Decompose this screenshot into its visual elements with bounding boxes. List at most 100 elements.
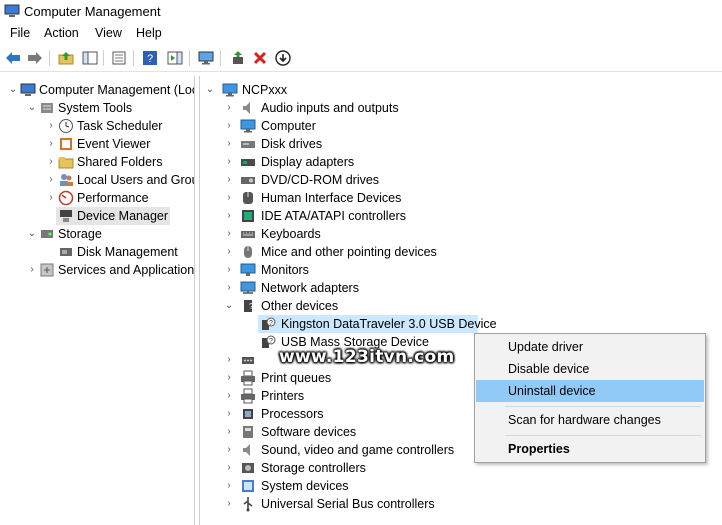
tree-item-device-manager[interactable]: Device Manager: [56, 207, 170, 225]
hid-icon: [240, 190, 256, 206]
printer-icon: [240, 370, 256, 386]
expand-arrow-icon[interactable]: ⌄: [8, 81, 18, 99]
export-list-icon[interactable]: [109, 48, 129, 68]
device-category-universal-serial-bus-controllers[interactable]: › Universal Serial Bus controllers: [200, 495, 722, 513]
back-arrow-icon[interactable]: [3, 48, 23, 68]
device-category-mice-and-other-pointing-devices[interactable]: › Mice and other pointing devices: [200, 243, 722, 261]
device-category-audio-inputs-and-outputs[interactable]: › Audio inputs and outputs: [200, 99, 722, 117]
device-category-human-interface-devices[interactable]: › Human Interface Devices: [200, 189, 722, 207]
disable-device-menu-item[interactable]: Disable device: [476, 358, 704, 380]
expand-arrow-icon[interactable]: ›: [224, 135, 234, 153]
expand-arrow-icon[interactable]: ›: [224, 153, 234, 171]
expand-arrow-icon[interactable]: ›: [224, 261, 234, 279]
tree-item-shared-folders[interactable]: › Shared Folders: [0, 153, 194, 171]
computer-management-icon: [4, 4, 20, 17]
device-item-kingston-datatraveler-3-0-usb-device[interactable]: ? Kingston DataTraveler 3.0 USB Device: [258, 315, 497, 333]
device-manager-icon: [58, 208, 74, 224]
expand-arrow-icon[interactable]: ›: [224, 225, 234, 243]
device-category-system-devices[interactable]: › System devices: [200, 477, 722, 495]
expand-arrow-icon[interactable]: ›: [224, 495, 234, 513]
window-title: Computer Management: [24, 4, 161, 19]
menu-file[interactable]: File: [10, 26, 30, 40]
device-label: Kingston DataTraveler 3.0 USB Device: [281, 317, 497, 331]
up-folder-icon[interactable]: [56, 48, 76, 68]
tree-item-disk-management[interactable]: Disk Management: [0, 243, 194, 261]
tree-item-computer-management-local[interactable]: ⌄ Computer Management (Local: [0, 81, 194, 99]
download-icon[interactable]: [273, 48, 293, 68]
monitor-icon[interactable]: [196, 48, 216, 68]
expand-arrow-icon[interactable]: ›: [224, 423, 234, 441]
tree-item-task-scheduler[interactable]: › Task Scheduler: [0, 117, 194, 135]
context-menu: Update driver Disable device Uninstall d…: [474, 333, 706, 463]
device-label: Display adapters: [261, 155, 355, 169]
expand-arrow-icon[interactable]: ›: [224, 171, 234, 189]
expand-arrow-icon[interactable]: ›: [224, 405, 234, 423]
expand-arrow-icon[interactable]: ⌄: [27, 225, 37, 243]
expand-arrow-icon[interactable]: ›: [27, 261, 37, 279]
expand-arrow-icon[interactable]: ⌄: [205, 81, 215, 99]
device-category-monitors[interactable]: › Monitors: [200, 261, 722, 279]
dvd-icon: [240, 172, 256, 188]
expand-arrow-icon[interactable]: ›: [224, 477, 234, 495]
expand-arrow-icon[interactable]: ›: [224, 441, 234, 459]
device-category-dvd-cd-rom-drives[interactable]: › DVD/CD-ROM drives: [200, 171, 722, 189]
tree-item-label: Storage: [58, 227, 102, 241]
tree-item-event-viewer[interactable]: › Event Viewer: [0, 135, 194, 153]
device-category-display-adapters[interactable]: › Display adapters: [200, 153, 722, 171]
device-label: Network adapters: [261, 281, 359, 295]
tree-root-computer[interactable]: ⌄ NCPxxx: [200, 81, 722, 99]
forward-arrow-icon[interactable]: [25, 48, 45, 68]
expand-arrow-icon[interactable]: ›: [46, 189, 56, 207]
expand-arrow-icon[interactable]: ›: [224, 459, 234, 477]
uninstall-device-menu-item[interactable]: Uninstall device: [476, 380, 704, 402]
scan-hardware-menu-item[interactable]: Scan for hardware changes: [476, 409, 704, 431]
device-category-other-devices[interactable]: ⌄? Other devices: [200, 297, 722, 315]
tree-item-storage[interactable]: ⌄ Storage: [0, 225, 194, 243]
tree-item-services-and-applications[interactable]: › Services and Applications: [0, 261, 194, 279]
properties-menu-item[interactable]: Properties: [476, 438, 704, 460]
show-hide-tree-icon[interactable]: [80, 48, 100, 68]
device-label: Printers: [261, 389, 305, 403]
expand-arrow-icon[interactable]: ›: [224, 117, 234, 135]
help-icon[interactable]: ?: [140, 48, 160, 68]
expand-arrow-icon[interactable]: ›: [224, 351, 234, 369]
left-navigation-pane: ⌄ Computer Management (Local ⌄ System Tools…: [0, 76, 195, 525]
device-label: IDE ATA/ATAPI controllers: [261, 209, 406, 223]
update-driver-menu-item[interactable]: Update driver: [476, 336, 704, 358]
action-pane-icon[interactable]: [165, 48, 185, 68]
tree-item-system-tools[interactable]: ⌄ System Tools: [0, 99, 194, 117]
tree-item-performance[interactable]: › Performance: [0, 189, 194, 207]
device-label: Universal Serial Bus controllers: [261, 497, 435, 511]
menu-action[interactable]: Action: [44, 26, 79, 40]
device-category-computer[interactable]: › Computer: [200, 117, 722, 135]
expand-arrow-icon[interactable]: ›: [224, 387, 234, 405]
device-category-network-adapters[interactable]: › Network adapters: [200, 279, 722, 297]
expand-arrow-icon[interactable]: ›: [224, 279, 234, 297]
expand-arrow-icon[interactable]: ›: [224, 189, 234, 207]
menu-help[interactable]: Help: [136, 26, 162, 40]
device-label: Storage controllers: [261, 461, 366, 475]
expand-arrow-icon[interactable]: ›: [224, 369, 234, 387]
speaker-icon: [240, 100, 256, 116]
processor-icon: [240, 406, 256, 422]
expand-arrow-icon[interactable]: ›: [46, 117, 56, 135]
update-driver-icon[interactable]: [228, 48, 248, 68]
tree-item-label: Task Scheduler: [77, 119, 163, 133]
expand-arrow-icon[interactable]: ›: [46, 153, 56, 171]
tree-item-label: Performance: [77, 191, 149, 205]
software-device-icon: [240, 424, 256, 440]
expand-arrow-icon[interactable]: ⌄: [27, 99, 37, 117]
uninstall-x-icon[interactable]: [250, 48, 270, 68]
users-icon: [58, 172, 74, 188]
device-category-keyboards[interactable]: › Keyboards: [200, 225, 722, 243]
expand-arrow-icon[interactable]: ›: [46, 171, 56, 189]
expand-arrow-icon[interactable]: ›: [46, 135, 56, 153]
expand-arrow-icon[interactable]: ›: [224, 207, 234, 225]
device-category-disk-drives[interactable]: › Disk drives: [200, 135, 722, 153]
expand-arrow-icon[interactable]: ›: [224, 243, 234, 261]
expand-arrow-icon[interactable]: ⌄: [224, 297, 234, 315]
tree-item-local-users-and-groups[interactable]: › Local Users and Groups: [0, 171, 194, 189]
expand-arrow-icon[interactable]: ›: [224, 99, 234, 117]
device-category-ide-ata-atapi-controllers[interactable]: › IDE ATA/ATAPI controllers: [200, 207, 722, 225]
menu-view[interactable]: View: [95, 26, 122, 40]
